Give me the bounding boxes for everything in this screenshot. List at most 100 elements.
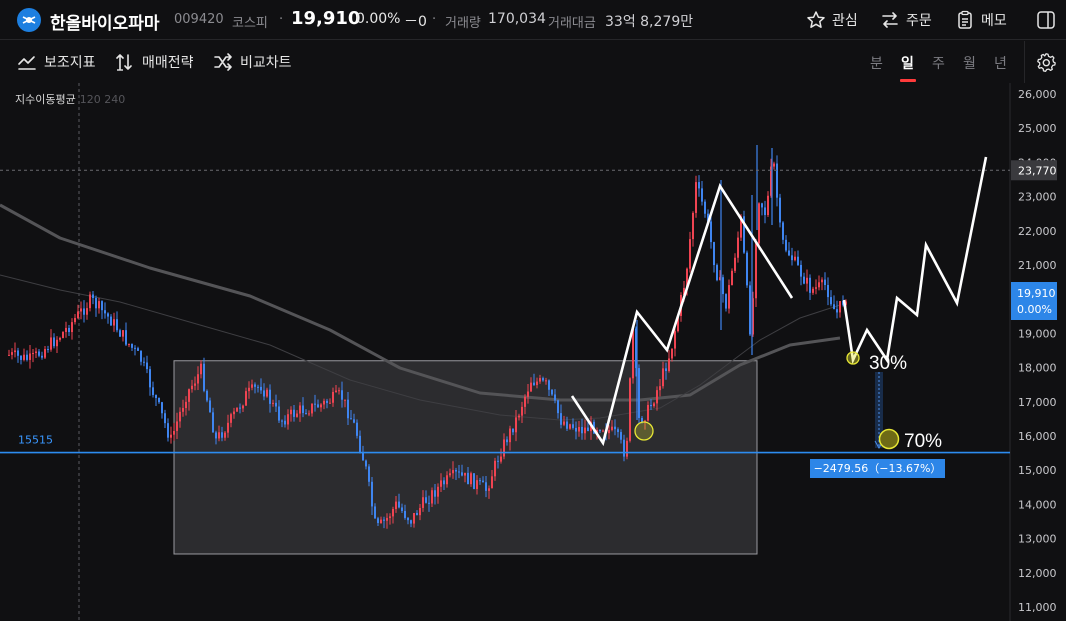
candle-body (575, 427, 577, 432)
candle-body (191, 385, 193, 390)
candle-body (515, 417, 517, 433)
candle-body (59, 337, 61, 340)
candle-body (179, 411, 181, 422)
candle-body (773, 163, 775, 167)
candle-body (479, 480, 481, 482)
side-panel-toggle-icon[interactable] (1036, 10, 1056, 30)
candle-body (284, 420, 286, 425)
candle-body (113, 319, 115, 326)
candle-body (554, 394, 556, 401)
candle-body (149, 369, 151, 388)
candle-body (392, 509, 394, 517)
candle-body (500, 456, 502, 462)
candle-body (551, 389, 553, 395)
candle-body (566, 421, 568, 429)
candle-body (455, 470, 457, 472)
price-chart[interactable]: 15515 30% 70% −2479.56（−13.67%） 26,000 25,000… (0, 83, 1066, 621)
projection-line-2 (842, 156, 988, 365)
candle-body (824, 279, 826, 286)
candle-body (80, 308, 82, 312)
candle-body (569, 424, 571, 429)
candle-body (533, 382, 535, 386)
candle-body (422, 497, 424, 508)
trade-amount-value: 33억 8,279만 (605, 14, 694, 30)
y-axis-tick-label: 15,000 (1018, 464, 1057, 477)
candle-body (473, 473, 475, 489)
period-week-tab[interactable]: 주 (932, 53, 945, 73)
candle-body (272, 402, 274, 404)
period-minute-tab[interactable]: 분 (870, 53, 883, 73)
candle-body (386, 517, 388, 521)
candle-body (131, 343, 133, 348)
candle-body (599, 430, 601, 432)
period-day-tab[interactable]: 일 (901, 53, 914, 73)
candle-body (362, 452, 364, 461)
watchlist-button[interactable]: 관심 (806, 8, 858, 32)
candle-body (734, 257, 736, 271)
y-axis-tick-label: 16,000 (1018, 430, 1057, 443)
candle-body (545, 380, 547, 382)
candle-body (161, 402, 163, 414)
order-button[interactable]: 주문 (880, 8, 932, 32)
annotation-70pct: 70% (904, 431, 942, 452)
candle-body (158, 398, 160, 403)
candle-body (494, 460, 496, 477)
y-axis-tick-label: 12,000 (1018, 567, 1057, 580)
candle-body (320, 404, 322, 408)
candle-body (185, 401, 187, 409)
candle-body (23, 354, 25, 360)
candle-body (296, 413, 298, 417)
chart-canvas[interactable]: 15515 30% 70% −2479.56（−13.67%） 26,000 25,000… (0, 83, 1066, 621)
marker-circle (634, 421, 654, 441)
candle-body (716, 265, 718, 281)
star-icon (807, 11, 825, 28)
candle-body (416, 512, 418, 516)
compare-label: 비교차트 (240, 55, 292, 71)
indicator-chart-icon (18, 56, 36, 70)
candle-body (335, 390, 337, 393)
candle-body (329, 402, 331, 404)
separator-dot: · (279, 12, 284, 27)
candle-body (611, 426, 613, 430)
candle-body (563, 421, 565, 425)
period-month-tab[interactable]: 월 (963, 53, 976, 73)
gear-icon[interactable] (1036, 52, 1056, 72)
compare-chart-button[interactable]: 비교차트 (213, 52, 292, 72)
candle-body (311, 403, 313, 414)
candle-body (458, 471, 460, 473)
candle-body (365, 460, 367, 467)
candle-body (401, 507, 403, 511)
candle-body (830, 297, 832, 305)
candle-body (29, 353, 31, 360)
candle-body (539, 378, 541, 382)
indicators-button[interactable]: 보조지표 (17, 52, 96, 72)
candle-body (581, 426, 583, 434)
memo-button[interactable]: 메모 (955, 8, 1007, 32)
indicators-label: 보조지표 (44, 55, 96, 71)
candle-body (788, 250, 790, 256)
marker-circle (846, 351, 860, 365)
candle-body (38, 351, 40, 356)
candle-body (248, 387, 250, 392)
candle-body (821, 279, 823, 283)
candle-body (761, 203, 763, 208)
candle-body (293, 409, 295, 417)
current-price-change: 0.00% (1017, 303, 1052, 316)
ma-legend-params: 120 240 (79, 93, 126, 106)
candle-body (176, 421, 178, 431)
volume-value: 170,034 (488, 11, 546, 27)
period-year-tab[interactable]: 년 (994, 53, 1007, 73)
current-price-text: 19,910 (1017, 287, 1056, 300)
strategy-button[interactable]: 매매전략 (115, 52, 194, 72)
candle-body (704, 201, 706, 214)
candle-body (377, 518, 379, 524)
candle-body (290, 409, 292, 415)
candle-body (266, 389, 268, 397)
candle-body (323, 400, 325, 405)
candle-body (164, 413, 166, 424)
candle-body (674, 331, 676, 349)
candle-body (650, 404, 652, 407)
candle-body (668, 358, 670, 372)
candle-body (434, 490, 436, 497)
candle-body (101, 301, 103, 311)
